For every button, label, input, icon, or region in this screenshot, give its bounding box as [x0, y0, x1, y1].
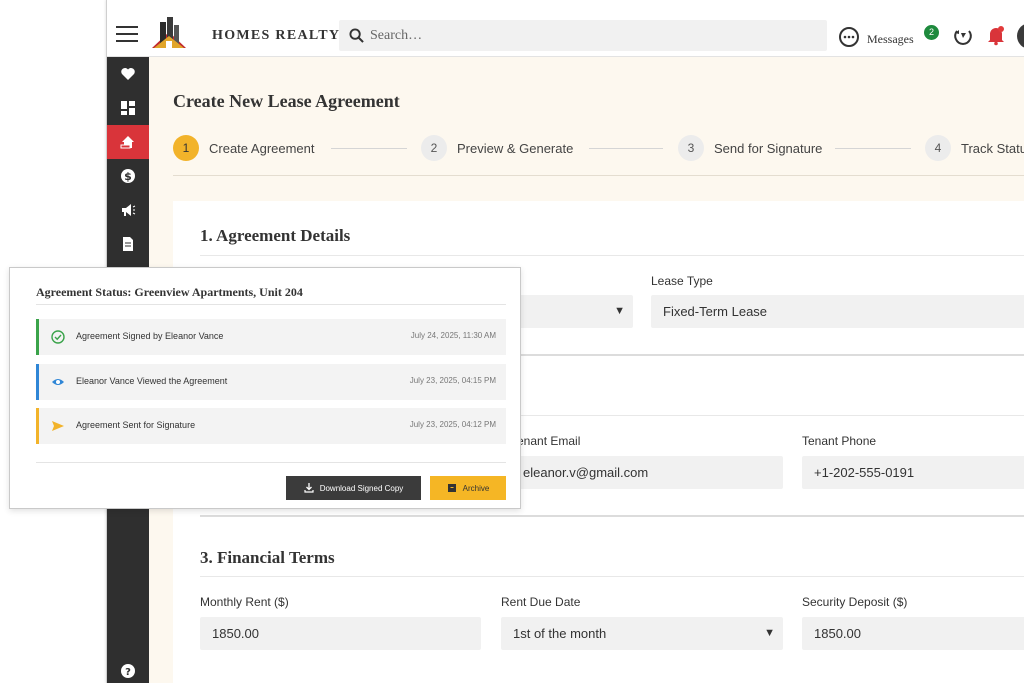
- step-track-status[interactable]: 4 Track Status: [925, 135, 1024, 161]
- section-divider: [200, 515, 1024, 517]
- chevron-down-icon: ▼: [614, 305, 625, 317]
- status-event-sent[interactable]: Agreement Sent for Signature July 23, 20…: [36, 408, 506, 444]
- stepper-divider: [173, 175, 1024, 176]
- step-number: 4: [925, 135, 951, 161]
- brand-name: HOMES REALTY: [212, 28, 341, 43]
- eye-icon: [52, 379, 64, 385]
- tenant-phone-label: Tenant Phone: [802, 434, 877, 448]
- security-deposit-label: Security Deposit ($): [802, 595, 908, 609]
- status-event-signed[interactable]: Agreement Signed by Eleanor Vance July 2…: [36, 319, 506, 355]
- security-deposit-field[interactable]: 1850.00: [802, 617, 1024, 650]
- dollar-icon: $: [121, 169, 135, 183]
- step-create-agreement[interactable]: 1 Create Agreement: [173, 135, 315, 161]
- status-panel-title: Agreement Status: Greenview Apartments, …: [36, 285, 303, 299]
- status-event-viewed[interactable]: Eleanor Vance Viewed the Agreement July …: [36, 364, 506, 400]
- search-bar[interactable]: [339, 20, 827, 51]
- archive-button-label: Archive: [462, 483, 490, 493]
- homes-realty-logo[interactable]: [150, 14, 188, 52]
- search-icon: [349, 28, 364, 43]
- step-connector: [331, 148, 407, 149]
- svg-text:$: $: [124, 170, 132, 183]
- step-label: Preview & Generate: [457, 140, 574, 156]
- download-signed-copy-button[interactable]: Download Signed Copy: [286, 476, 421, 500]
- tenant-email-field[interactable]: eleanor.v@gmail.com: [511, 456, 783, 489]
- step-label: Track Status: [961, 140, 1024, 156]
- step-number: 2: [421, 135, 447, 161]
- top-bar: HOMES REALTY Messages 2: [107, 0, 1024, 57]
- search-input[interactable]: [370, 27, 810, 44]
- step-progress: 1 Create Agreement 2 Preview & Generate …: [173, 135, 1024, 163]
- check-circle-icon: [51, 330, 65, 344]
- sidebar-item-dashboard[interactable]: [107, 91, 149, 125]
- megaphone-icon: [122, 204, 136, 216]
- step-connector: [835, 148, 911, 149]
- step-label: Create Agreement: [209, 140, 315, 156]
- sidebar-item-documents[interactable]: [107, 227, 149, 261]
- status-event-time: July 23, 2025, 04:15 PM: [409, 376, 496, 385]
- svg-text:?: ?: [125, 667, 131, 678]
- panel-divider: [36, 462, 506, 463]
- archive-icon: [447, 484, 456, 492]
- sidebar-item-payments[interactable]: $: [107, 159, 149, 193]
- heart-icon: [121, 68, 135, 80]
- chat-bubble-icon[interactable]: [838, 26, 860, 48]
- download-button-label: Download Signed Copy: [319, 483, 404, 493]
- hamburger-menu-icon[interactable]: [116, 26, 138, 42]
- send-icon: [52, 421, 64, 431]
- lease-type-label: Lease Type: [651, 274, 713, 288]
- sidebar-item-leases[interactable]: [107, 125, 149, 159]
- status-event-text: Agreement Signed by Eleanor Vance: [76, 331, 224, 341]
- lease-icon: [120, 136, 134, 149]
- document-icon: [123, 237, 133, 251]
- help-icon: ?: [121, 664, 135, 678]
- step-connector: [589, 148, 663, 149]
- chevron-down-icon: ▼: [764, 627, 775, 639]
- section-divider: [200, 576, 1024, 577]
- agreement-status-panel: Agreement Status: Greenview Apartments, …: [9, 267, 521, 509]
- step-label: Send for Signature: [714, 140, 823, 156]
- messages-label[interactable]: Messages: [867, 32, 914, 47]
- archive-button[interactable]: Archive: [430, 476, 506, 500]
- rent-due-date-select[interactable]: 1st of the month ▼: [501, 617, 783, 650]
- sync-icon[interactable]: [952, 25, 974, 47]
- lease-type-field[interactable]: Fixed-Term Lease: [651, 295, 1024, 328]
- dashboard-icon: [121, 101, 135, 115]
- step-number: 3: [678, 135, 704, 161]
- panel-divider: [36, 304, 506, 305]
- monthly-rent-field[interactable]: 1850.00: [200, 617, 481, 650]
- messages-count-badge: 2: [924, 25, 939, 40]
- bell-icon[interactable]: [985, 24, 1007, 46]
- download-icon: [304, 483, 314, 493]
- page-title: Create New Lease Agreement: [173, 91, 400, 111]
- section-divider: [200, 255, 1024, 256]
- rent-due-date-value: 1st of the month: [513, 626, 607, 641]
- sidebar-item-announcements[interactable]: [107, 193, 149, 227]
- sidebar-item-favorites[interactable]: [107, 57, 149, 91]
- rent-due-date-label: Rent Due Date: [501, 595, 581, 609]
- user-avatar[interactable]: [1017, 23, 1024, 49]
- section-agreement-details-title: 1. Agreement Details: [200, 226, 351, 245]
- sidebar-item-help[interactable]: ?: [107, 654, 149, 683]
- tenant-email-label: Tenant Email: [511, 434, 581, 448]
- tenant-phone-field[interactable]: +1-202-555-0191: [802, 456, 1024, 489]
- status-event-text: Agreement Sent for Signature: [76, 420, 196, 430]
- step-preview-generate[interactable]: 2 Preview & Generate: [421, 135, 573, 161]
- status-event-time: July 23, 2025, 04:12 PM: [409, 420, 496, 429]
- status-event-time: July 24, 2025, 11:30 AM: [410, 331, 496, 340]
- status-event-text: Eleanor Vance Viewed the Agreement: [76, 376, 228, 386]
- monthly-rent-label: Monthly Rent ($): [200, 595, 289, 609]
- section-financial-terms-title: 3. Financial Terms: [200, 548, 335, 567]
- step-send-signature[interactable]: 3 Send for Signature: [678, 135, 822, 161]
- step-number: 1: [173, 135, 199, 161]
